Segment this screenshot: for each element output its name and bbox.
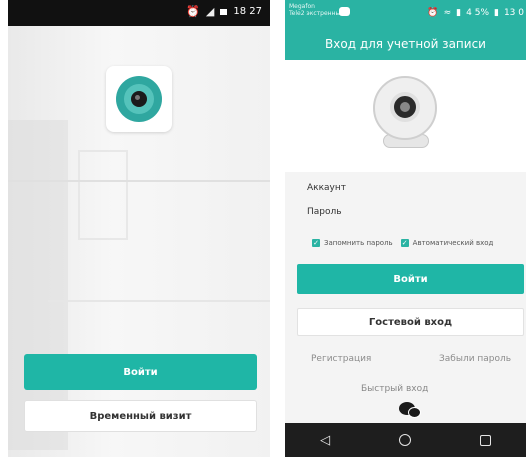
splash-screen: ⏰ ◢ 18 27 Войти Временный визит — [8, 0, 270, 457]
battery-icon: ▮ — [494, 8, 499, 18]
guest-login-button[interactable]: Гостевой вход — [297, 308, 524, 336]
login-options: ✓ Запомнить пароль ✓ Автоматический вход — [312, 239, 497, 247]
carrier-line-1: Megafon — [289, 3, 315, 10]
carrier-line-2: Tele2 экстренные — [289, 10, 344, 17]
password-label: Пароль — [307, 207, 342, 217]
temporary-visit-button[interactable]: Временный визит — [24, 400, 257, 432]
status-time: 13 0 — [503, 8, 524, 18]
signal-icon: ◢ — [205, 5, 215, 18]
back-icon[interactable]: ◁ — [305, 423, 345, 457]
home-icon[interactable] — [385, 423, 425, 457]
account-field[interactable]: Аккаунт — [285, 178, 526, 202]
camera-app-icon — [106, 66, 172, 132]
page-title: Вход для учетной записи — [285, 28, 526, 60]
window-bar-decor — [8, 180, 270, 182]
password-field[interactable]: Пароль — [285, 202, 526, 226]
login-screen: Megafon Tele2 экстренные ⏰ ≈ ▮ 4 5% ▮ 13… — [285, 0, 526, 457]
wifi-icon: ≈ — [443, 8, 452, 18]
carrier-info: Megafon Tele2 экстренные — [289, 3, 344, 17]
chat-notification-icon — [339, 7, 350, 16]
auto-login-checkbox[interactable]: ✓ — [400, 239, 409, 247]
battery-percent: 4 5% — [466, 8, 489, 18]
navigation-bar: ◁ — [285, 423, 526, 457]
window-bar-decor-2 — [48, 300, 270, 302]
remember-password-checkbox[interactable]: ✓ — [312, 239, 320, 247]
status-bar: ⏰ ◢ 18 27 — [8, 0, 270, 26]
account-label: Аккаунт — [307, 183, 346, 193]
alarm-icon: ⏰ — [427, 8, 439, 18]
robot-camera-avatar-icon — [369, 76, 443, 150]
login-button[interactable]: Войти — [24, 354, 257, 390]
camera-lens-icon — [116, 76, 162, 122]
status-time: 18 27 — [233, 6, 262, 17]
battery-icon — [220, 8, 228, 15]
auto-login-label[interactable]: Автоматический вход — [413, 239, 494, 247]
recents-icon[interactable] — [466, 423, 506, 457]
account-input[interactable] — [357, 180, 517, 200]
status-bar: Megafon Tele2 экстренные ⏰ ≈ ▮ 4 5% ▮ 13… — [285, 0, 526, 28]
remember-password-label[interactable]: Запомнить пароль — [324, 239, 393, 247]
quick-login-label: Быстрый вход — [361, 384, 429, 394]
window-frame-decor — [78, 150, 128, 240]
login-button[interactable]: Войти — [297, 264, 524, 294]
wechat-icon[interactable] — [399, 400, 423, 420]
alarm-icon: ⏰ — [186, 5, 200, 18]
avatar-area — [285, 60, 526, 172]
forgot-password-link[interactable]: Забыли пароль — [439, 354, 511, 364]
register-link[interactable]: Регистрация — [311, 354, 371, 364]
password-input[interactable] — [357, 204, 517, 224]
signal-icon: ▮ — [456, 8, 462, 18]
